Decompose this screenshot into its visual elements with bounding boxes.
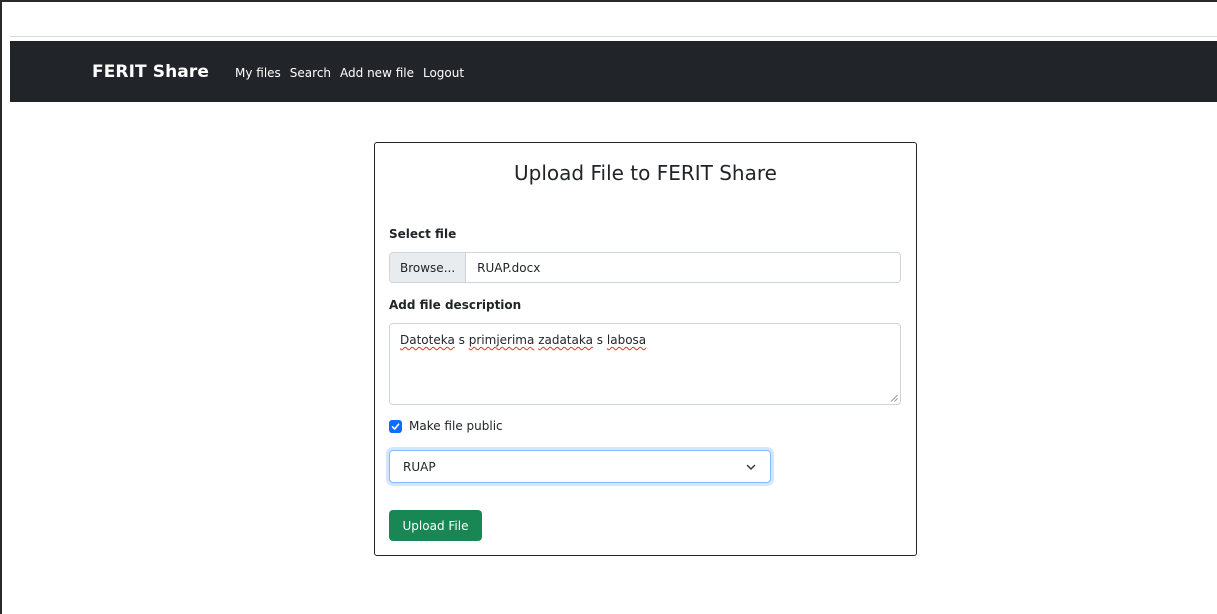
nav-link-logout[interactable]: Logout [423,66,464,80]
nav-link-search[interactable]: Search [290,66,331,80]
description-word: s [458,333,465,347]
select-file-label: Select file [389,227,457,241]
nav-link-add-new-file[interactable]: Add new file [340,66,414,80]
brand-link[interactable]: FERIT Share [92,62,209,82]
top-divider [10,36,1217,37]
page-title: Upload File to FERIT Share [514,161,777,185]
subject-selected-value: RUAP [403,459,436,474]
browse-button[interactable]: Browse... [390,253,467,282]
top-strip [10,8,1217,38]
description-word: s [596,333,604,347]
check-icon [391,422,400,430]
chevron-down-icon [746,464,756,470]
make-public-checkbox[interactable] [389,419,402,433]
subject-select[interactable]: RUAP [389,450,771,483]
description-word: labosa [606,333,647,347]
description-word: primjerima [468,333,535,347]
nav-link-my-files[interactable]: My files [235,66,281,80]
description-word: Datoteka [400,333,455,347]
selected-file-name: RUAP.docx [477,260,541,275]
make-public-row: Make file public [389,419,503,433]
nav-links: My files Search Add new file Logout [235,66,473,80]
file-input[interactable]: Browse... RUAP.docx [389,252,901,283]
description-word: zadataka [538,333,593,347]
make-public-label[interactable]: Make file public [409,419,503,433]
upload-card: Upload File to FERIT Share Select file B… [374,142,917,556]
description-label: Add file description [389,298,522,312]
browser-viewport: FERIT Share My files Search Add new file… [0,0,1217,614]
description-textarea[interactable]: Datoteka s primjerima zadataka s labosa [389,323,901,405]
resize-handle-icon[interactable] [890,394,898,402]
navbar: FERIT Share My files Search Add new file… [10,41,1217,102]
upload-file-button[interactable]: Upload File [389,510,482,541]
